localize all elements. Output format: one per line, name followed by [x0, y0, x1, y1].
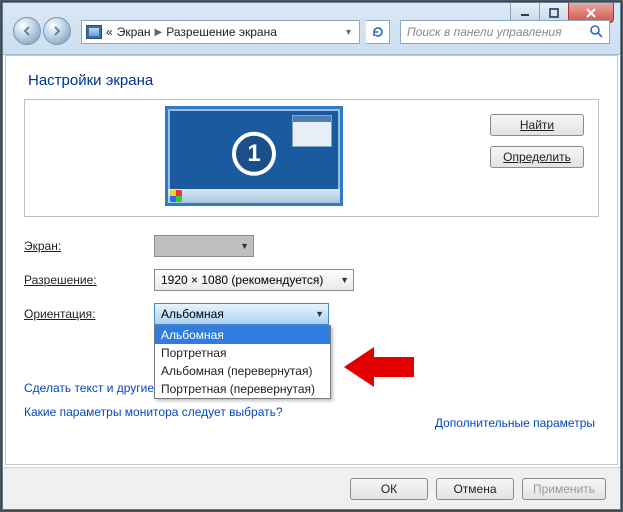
page-title: Настройки экрана [28, 72, 599, 89]
ok-button[interactable]: ОК [350, 478, 428, 500]
search-input[interactable]: Поиск в панели управления [400, 20, 610, 44]
breadcrumb-seg-1[interactable]: Экран [117, 25, 151, 39]
content-panel: Настройки экрана 1 Найти Определить Экра… [5, 55, 618, 465]
which-monitor-help-link[interactable]: Какие параметры монитора следует выбрать… [24, 405, 283, 419]
row-orientation: Ориентация: Альбомная ▼ Альбомная Портре… [24, 303, 599, 325]
settings-form: Экран: ▼ Разрешение: 1920 × 1080 (рекоме… [24, 235, 599, 325]
label-resolution: Разрешение: [24, 273, 154, 287]
apply-button[interactable]: Применить [522, 478, 606, 500]
dialog-footer: ОК Отмена Применить [3, 467, 620, 509]
monitor-number-badge: 1 [232, 132, 276, 176]
row-screen: Экран: ▼ [24, 235, 599, 257]
forward-button[interactable] [43, 17, 71, 45]
control-panel-icon [86, 25, 102, 39]
chevron-down-icon: ▼ [340, 275, 349, 285]
window-frame: « Экран ▶ Разрешение экрана ▾ Поиск в па… [2, 2, 621, 510]
thumb-taskbar [168, 189, 340, 203]
dropdown-resolution[interactable]: 1920 × 1080 (рекомендуется) ▼ [154, 269, 354, 291]
cancel-button[interactable]: Отмена [436, 478, 514, 500]
label-screen: Экран: [24, 239, 154, 253]
text-size-link[interactable]: Сделать текст и другие [24, 381, 154, 395]
detect-button[interactable]: Определить [490, 146, 584, 168]
chevron-right-icon: ▶ [151, 27, 167, 38]
orientation-option-3[interactable]: Портретная (перевернутая) [155, 380, 330, 398]
chevron-down-icon: ▼ [315, 309, 324, 319]
red-callout-arrow-icon [344, 345, 414, 389]
orientation-option-1[interactable]: Портретная [155, 344, 330, 362]
dropdown-screen[interactable]: ▼ [154, 235, 254, 257]
display-preview-box: 1 Найти Определить [24, 99, 599, 217]
monitor-thumbnail-1[interactable]: 1 [165, 106, 343, 206]
search-icon [589, 24, 603, 41]
label-orientation: Ориентация: [24, 307, 154, 321]
address-dropdown-icon[interactable]: ▾ [342, 27, 355, 38]
nav-back-forward [13, 17, 75, 47]
search-placeholder: Поиск в панели управления [407, 25, 562, 39]
row-resolution: Разрешение: 1920 × 1080 (рекомендуется) … [24, 269, 599, 291]
titlebar-glass: « Экран ▶ Разрешение экрана ▾ Поиск в па… [3, 3, 620, 55]
nav-row: « Экран ▶ Разрешение экрана ▾ Поиск в па… [13, 17, 610, 47]
dropdown-orientation[interactable]: Альбомная ▼ Альбомная Портретная Альбомн… [154, 303, 329, 325]
orientation-option-2[interactable]: Альбомная (перевернутая) [155, 362, 330, 380]
address-bar[interactable]: « Экран ▶ Разрешение экрана ▾ [81, 20, 360, 44]
orientation-value: Альбомная [161, 307, 224, 321]
back-button[interactable] [13, 17, 41, 45]
preview-side-buttons: Найти Определить [490, 114, 584, 168]
breadcrumb-seg-2[interactable]: Разрешение экрана [166, 25, 277, 39]
find-button[interactable]: Найти [490, 114, 584, 136]
breadcrumb-prefix: « [106, 25, 113, 39]
advanced-settings-link[interactable]: Дополнительные параметры [435, 416, 595, 430]
chevron-down-icon: ▼ [240, 241, 249, 251]
refresh-button[interactable] [366, 20, 390, 44]
orientation-options-popup: Альбомная Портретная Альбомная (переверн… [154, 325, 331, 399]
start-flag-icon [170, 190, 182, 202]
resolution-value: 1920 × 1080 (рекомендуется) [161, 273, 323, 287]
orientation-option-0[interactable]: Альбомная [155, 326, 330, 344]
thumb-window-icon [292, 115, 332, 147]
